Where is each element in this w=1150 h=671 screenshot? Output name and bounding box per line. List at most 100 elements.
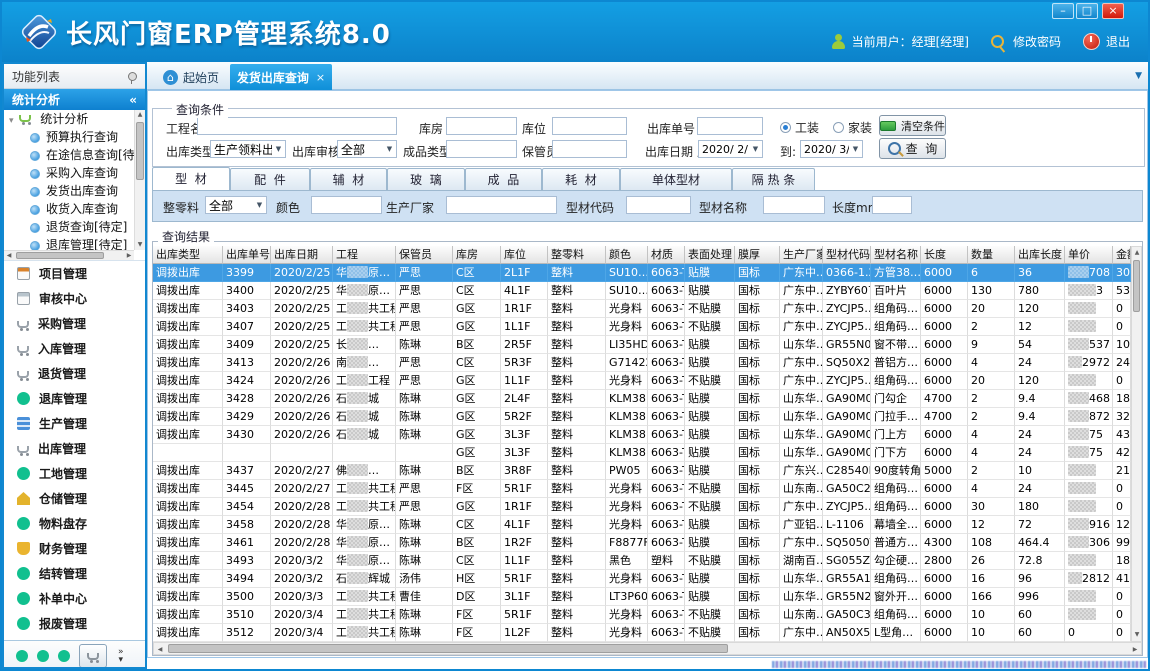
tab-shipping-outbound-query[interactable]: 发货出库查询 ×: [230, 64, 332, 90]
sidebar-item[interactable]: 工地管理: [4, 461, 145, 486]
column-header[interactable]: 材质: [648, 246, 685, 264]
scroll-up-icon[interactable]: ▲: [1132, 248, 1142, 258]
table-row[interactable]: 调拨出库34132020/2/26南…严思C区5R3F整料G714226063-…: [153, 354, 1131, 372]
sidebar-item[interactable]: 退货管理: [4, 361, 145, 386]
column-header[interactable]: 出库单号: [223, 246, 271, 264]
table-row[interactable]: 调拨出库34932020/3/2华原…陈琳C区1L1F整料黑色塑料不贴膜国标湖南…: [153, 552, 1131, 570]
material-tab[interactable]: 隔 热 条: [732, 168, 815, 190]
column-header[interactable]: 金额: [1113, 246, 1131, 264]
sidebar-item[interactable]: 退库管理: [4, 386, 145, 411]
sidebar-item[interactable]: 审核中心: [4, 286, 145, 311]
tab-home[interactable]: ⌂ 起始页: [155, 66, 227, 88]
table-row[interactable]: G区3L3F整料KLM38176063-T5贴膜国标山东华…GA90M09…门下…: [153, 444, 1131, 462]
maximize-button[interactable]: □: [1076, 3, 1098, 19]
outbound-type-select[interactable]: 生产领料出库 ▼: [210, 140, 286, 158]
table-row[interactable]: 调拨出库34092020/2/25长…陈琳B区2R5F整料LI35HD6063-…: [153, 336, 1131, 354]
sidebar-item[interactable]: 生产管理: [4, 411, 145, 436]
change-password-link[interactable]: 修改密码: [1013, 33, 1061, 50]
material-tab[interactable]: 辅 材: [310, 168, 387, 190]
profile-name-input[interactable]: [763, 196, 825, 214]
column-header[interactable]: 出库类型: [153, 246, 223, 264]
tree-vertical-scrollbar[interactable]: ▲ ▼: [134, 110, 145, 250]
search-button[interactable]: 查 询: [879, 138, 946, 159]
collapse-icon[interactable]: «: [129, 93, 137, 107]
tree-item[interactable]: 在途信息查询[待: [4, 146, 145, 164]
clear-conditions-button[interactable]: 清空条件: [879, 115, 946, 136]
material-tab[interactable]: 型 材: [152, 167, 230, 190]
table-row[interactable]: 调拨出库34372020/2/27佛…陈琳B区3R8F整料PW056063-T5…: [153, 462, 1131, 480]
sidebar-item[interactable]: 仓储管理: [4, 486, 145, 511]
tab-close-icon[interactable]: ×: [316, 71, 325, 84]
table-row[interactable]: 调拨出库35102020/3/4工共工程陈琳F区5R1F整料光身料6063-T5…: [153, 606, 1131, 624]
sidebar-item[interactable]: 财务管理: [4, 536, 145, 561]
column-header[interactable]: 工程: [333, 246, 396, 264]
column-header[interactable]: 整零料: [548, 246, 606, 264]
scroll-down-icon[interactable]: ▼: [1132, 630, 1142, 640]
table-row[interactable]: 调拨出库34612020/2/28华原…陈琳B区1R2F整料F8877FT606…: [153, 534, 1131, 552]
close-button[interactable]: ×: [1102, 3, 1124, 19]
scrollbar-thumb[interactable]: [168, 644, 728, 653]
scroll-down-icon[interactable]: ▼: [135, 240, 145, 250]
column-header[interactable]: 长度: [921, 246, 968, 264]
sidebar-item[interactable]: 结转管理: [4, 561, 145, 586]
tab-list-dropdown-icon[interactable]: ▼: [1135, 71, 1142, 81]
tree-item[interactable]: 采购入库查询: [4, 164, 145, 182]
expander-icon[interactable]: ▾: [9, 116, 14, 126]
material-tab[interactable]: 玻 璃: [387, 168, 465, 190]
table-row[interactable]: 调拨出库34542020/2/28工共工程严思G区1R1F整料光身料6063-T…: [153, 498, 1131, 516]
whole-scrap-select[interactable]: 全部 ▼: [205, 196, 267, 214]
length-input[interactable]: [872, 196, 912, 214]
column-header[interactable]: 型材代码: [823, 246, 871, 264]
sidebar-item[interactable]: 补单中心: [4, 586, 145, 611]
product-type-input[interactable]: [446, 140, 517, 158]
table-row[interactable]: 调拨出库35122020/3/4工共工程陈琳F区1L2F整料光身料6063-T5…: [153, 624, 1131, 642]
table-row[interactable]: 调拨出库34582020/2/28华原…陈琳C区4L1F整料光身料6063-T5…: [153, 516, 1131, 534]
scroll-right-icon[interactable]: ▶: [1130, 644, 1140, 655]
scrollbar-thumb[interactable]: [1133, 260, 1140, 312]
scroll-left-icon[interactable]: ◀: [4, 251, 14, 260]
statistics-section-header[interactable]: 统计分析 «: [4, 89, 145, 110]
table-row[interactable]: 调拨出库34002020/2/25华原…严思C区4L1F整料SU10…6063-…: [153, 282, 1131, 300]
column-header[interactable]: 表面处理: [685, 246, 735, 264]
pin-icon[interactable]: [128, 72, 137, 81]
sidebar-item[interactable]: 采购管理: [4, 311, 145, 336]
material-tab[interactable]: 耗 材: [542, 168, 620, 190]
column-header[interactable]: 保管员: [396, 246, 453, 264]
tree-root[interactable]: ▾ 统计分析: [4, 110, 145, 128]
material-tab[interactable]: 配 件: [230, 168, 310, 190]
tree-item[interactable]: 收货入库查询: [4, 200, 145, 218]
material-tab[interactable]: 单体型材: [620, 168, 732, 190]
table-row[interactable]: 调拨出库34942020/3/2石辉城汤伟H区5R1F整料光身料6063-T5贴…: [153, 570, 1131, 588]
radio-option[interactable]: 工装: [780, 119, 819, 136]
scroll-up-icon[interactable]: ▲: [135, 110, 145, 120]
logout-link[interactable]: 退出: [1106, 33, 1130, 50]
table-row[interactable]: 调拨出库35002020/3/3工共工程曹佳D区3L1F整料LT3P606063…: [153, 588, 1131, 606]
column-header[interactable]: 库位: [501, 246, 548, 264]
keeper-input[interactable]: [552, 140, 627, 158]
tree-item[interactable]: 退货查询[待定]: [4, 218, 145, 236]
table-row[interactable]: 调拨出库34282020/2/26石城陈琳G区2L4F整料KLM38176063…: [153, 390, 1131, 408]
table-row[interactable]: 调拨出库34072020/2/25工共工程严思G区1L1F整料光身料6063-T…: [153, 318, 1131, 336]
column-header[interactable]: 出库长度: [1015, 246, 1065, 264]
sidebar-item[interactable]: 出库管理: [4, 436, 145, 461]
radio-option[interactable]: 家装: [833, 119, 872, 136]
table-row[interactable]: 调拨出库34452020/2/27工共工程严思F区5R1F整料光身料6063-T…: [153, 480, 1131, 498]
column-header[interactable]: 单价: [1065, 246, 1113, 264]
location-input[interactable]: [552, 117, 627, 135]
sidebar-item[interactable]: 报废管理: [4, 611, 145, 636]
table-row[interactable]: 调拨出库33992020/2/25华原…严思C区2L1F整料SU10…6063-…: [153, 264, 1131, 282]
tree-item[interactable]: 发货出库查询: [4, 182, 145, 200]
table-row[interactable]: 调拨出库34032020/2/25工共工程严思G区1R1F整料光身料6063-T…: [153, 300, 1131, 318]
factory-input[interactable]: [446, 196, 557, 214]
sidebar-item[interactable]: 物料盘存: [4, 511, 145, 536]
tree-item[interactable]: 预算执行查询: [4, 128, 145, 146]
module-dot-icon[interactable]: [16, 650, 28, 662]
project-name-input[interactable]: [197, 117, 397, 135]
table-row[interactable]: 调拨出库34302020/2/26石城陈琳G区3L3F整料KLM38176063…: [153, 426, 1131, 444]
order-no-input[interactable]: [697, 117, 763, 135]
table-row[interactable]: 调拨出库34242020/2/26工工程严思G区1L1F整料光身料6063-T5…: [153, 372, 1131, 390]
scroll-left-icon[interactable]: ◀: [155, 644, 165, 655]
minimize-button[interactable]: –: [1052, 3, 1074, 19]
tree-horizontal-scrollbar[interactable]: ◀ ▶: [4, 250, 134, 260]
column-header[interactable]: 颜色: [606, 246, 648, 264]
